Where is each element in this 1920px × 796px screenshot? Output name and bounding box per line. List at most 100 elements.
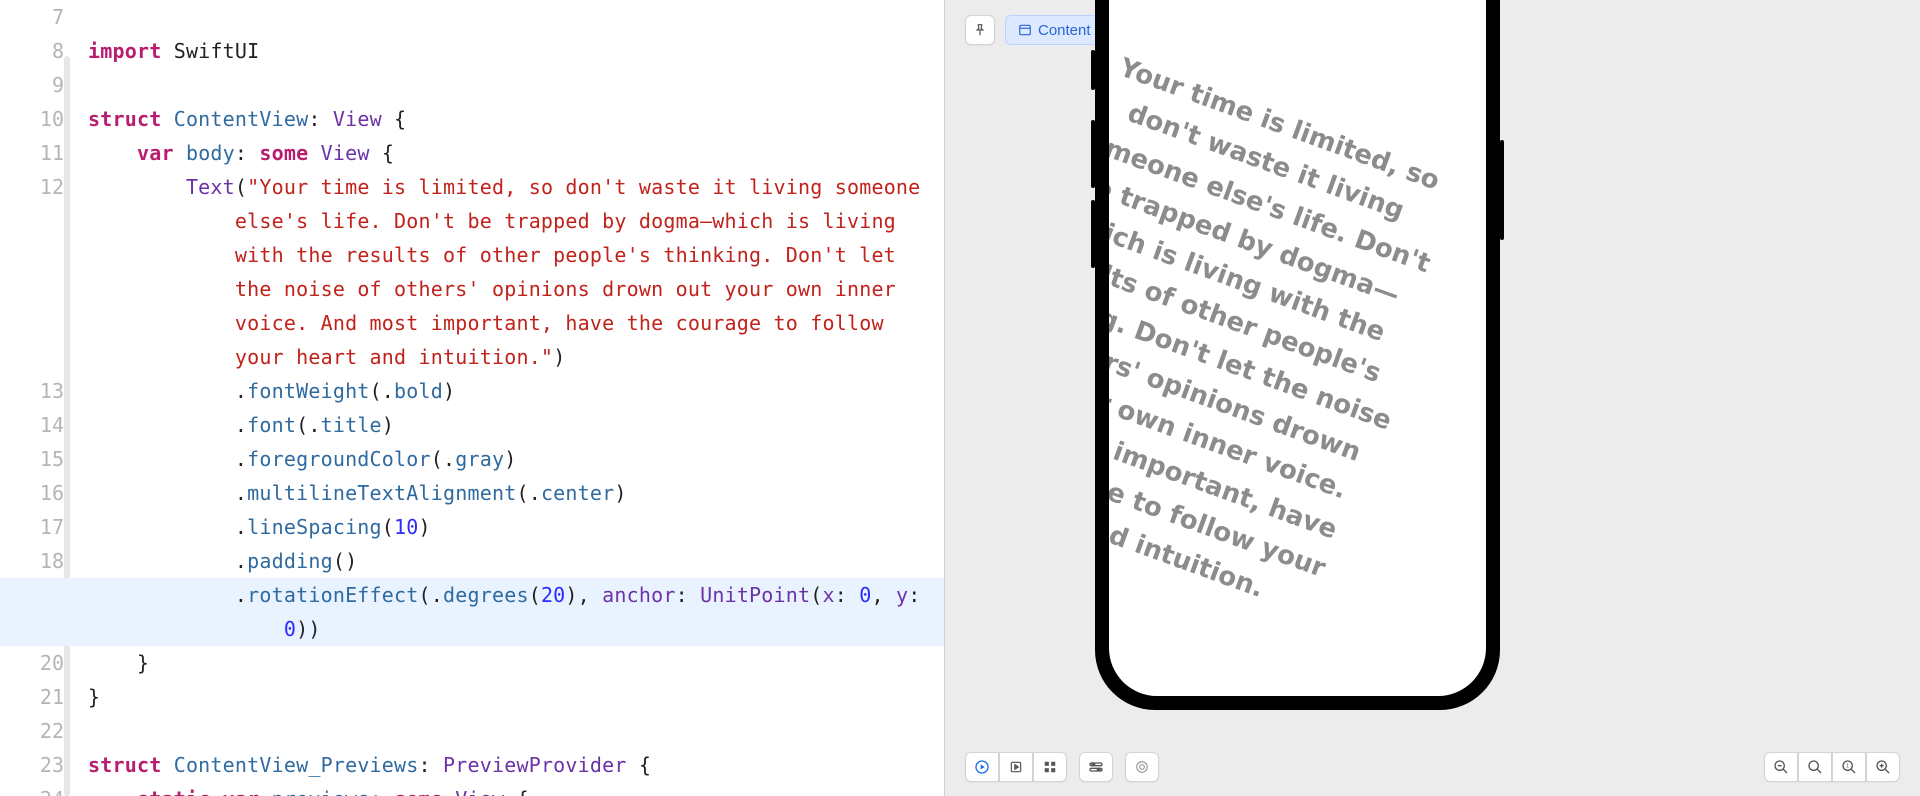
code-area[interactable]: import SwiftUI struct ContentView: View {… xyxy=(88,0,944,796)
xcode-window: 78910111213141516171819202122232425 impo… xyxy=(0,0,1920,796)
token-plain xyxy=(174,141,186,165)
token-plain: : xyxy=(908,583,920,607)
preview-issues-button[interactable] xyxy=(1125,752,1159,782)
selectable-icon xyxy=(1009,760,1023,774)
variants-preview-button[interactable] xyxy=(1033,752,1067,782)
token-plain xyxy=(259,787,271,796)
token-member: center xyxy=(541,481,614,505)
live-preview-button[interactable] xyxy=(965,752,999,782)
token-kw: var xyxy=(223,787,260,796)
code-line[interactable]: else's life. Don't be trapped by dogma—w… xyxy=(88,204,944,238)
code-line[interactable]: 0)) xyxy=(0,612,944,646)
code-line[interactable]: } xyxy=(88,680,944,714)
token-plain: } xyxy=(88,651,149,675)
token-plain: ) xyxy=(504,447,516,471)
token-plain xyxy=(161,753,173,777)
zoom-in-button[interactable] xyxy=(1866,752,1900,782)
token-kw: import xyxy=(88,39,161,63)
code-line[interactable]: your heart and intuition.") xyxy=(88,340,944,374)
device-screen[interactable]: Your time is limited, so don't waste it … xyxy=(1109,0,1486,696)
line-number: 23 xyxy=(0,748,64,782)
line-number: 12 xyxy=(0,170,64,204)
device-button-power xyxy=(1500,140,1504,240)
pin-preview-button[interactable] xyxy=(965,15,995,45)
token-plain xyxy=(210,787,222,796)
token-plain xyxy=(88,345,235,369)
token-plain: . xyxy=(88,549,247,573)
token-type: View xyxy=(455,787,504,796)
token-str: the noise of others' opinions drown out … xyxy=(235,277,896,301)
device-settings-button[interactable] xyxy=(1079,752,1113,782)
token-plain: ), xyxy=(565,583,602,607)
code-line[interactable]: var body: some View { xyxy=(88,136,944,170)
token-param: anchor xyxy=(602,583,675,607)
line-number: 8 xyxy=(0,34,64,68)
token-plain: . xyxy=(88,413,247,437)
zoom-100-icon: 1 xyxy=(1841,759,1857,775)
device-settings-group xyxy=(1079,752,1113,782)
code-line[interactable]: .rotationEffect(.degrees(20), anchor: Un… xyxy=(0,578,944,612)
line-number xyxy=(0,340,64,374)
svg-text:1: 1 xyxy=(1846,764,1849,770)
token-plain: ( xyxy=(810,583,822,607)
token-plain xyxy=(88,175,186,199)
line-number: 18 xyxy=(0,544,64,578)
code-editor[interactable]: 78910111213141516171819202122232425 impo… xyxy=(0,0,944,796)
code-line[interactable]: .foregroundColor(.gray) xyxy=(88,442,944,476)
code-line[interactable] xyxy=(88,68,944,102)
code-line[interactable] xyxy=(88,714,944,748)
code-line[interactable]: struct ContentView: View { xyxy=(88,102,944,136)
token-num: 20 xyxy=(541,583,565,607)
token-plain: ) xyxy=(419,515,431,539)
token-kw: struct xyxy=(88,107,161,131)
token-plain: . xyxy=(88,481,247,505)
line-number xyxy=(0,272,64,306)
line-number: 24 xyxy=(0,782,64,796)
device-button-silence xyxy=(1091,50,1095,90)
line-number xyxy=(0,238,64,272)
code-line[interactable]: .fontWeight(.bold) xyxy=(88,374,944,408)
code-line[interactable]: voice. And most important, have the cour… xyxy=(88,306,944,340)
device-frame: Your time is limited, so don't waste it … xyxy=(1095,0,1500,710)
code-line[interactable]: Text("Your time is limited, so don't was… xyxy=(88,170,944,204)
token-num: 0 xyxy=(284,617,296,641)
token-plain: : xyxy=(419,753,443,777)
code-line[interactable]: } xyxy=(88,646,944,680)
token-plain: (. xyxy=(296,413,320,437)
token-member: font xyxy=(247,413,296,437)
code-line[interactable]: static var previews: some View { xyxy=(88,782,944,796)
token-str: "Your time is limited, so don't waste it… xyxy=(247,175,920,199)
token-kw: static xyxy=(137,787,210,796)
code-line[interactable]: .padding() xyxy=(88,544,944,578)
token-plain: ) xyxy=(614,481,626,505)
code-line[interactable]: .lineSpacing(10) xyxy=(88,510,944,544)
token-member: degrees xyxy=(443,583,529,607)
line-number: 15 xyxy=(0,442,64,476)
canvas-controls-group xyxy=(965,752,1067,782)
line-number: 22 xyxy=(0,714,64,748)
preview-chip-icon xyxy=(1018,23,1032,37)
preview-issues-group xyxy=(1125,752,1159,782)
token-type: Text xyxy=(186,175,235,199)
token-plain: ) xyxy=(382,413,394,437)
code-line[interactable]: .multilineTextAlignment(.center) xyxy=(88,476,944,510)
selectable-preview-button[interactable] xyxy=(999,752,1033,782)
code-line[interactable]: import SwiftUI xyxy=(88,34,944,68)
code-line[interactable]: the noise of others' opinions drown out … xyxy=(88,272,944,306)
token-plain: ( xyxy=(235,175,247,199)
line-gutter: 78910111213141516171819202122232425 xyxy=(0,0,78,796)
token-plain: )) xyxy=(296,617,320,641)
token-plain: () xyxy=(333,549,357,573)
token-plain: . xyxy=(88,515,247,539)
zoom-out-button[interactable] xyxy=(1764,752,1798,782)
token-member: padding xyxy=(247,549,333,573)
zoom-fit-button[interactable] xyxy=(1798,752,1832,782)
zoom-actual-button[interactable]: 1 xyxy=(1832,752,1866,782)
code-line[interactable]: with the results of other people's think… xyxy=(88,238,944,272)
variants-icon xyxy=(1043,760,1057,774)
code-line[interactable]: struct ContentView_Previews: PreviewProv… xyxy=(88,748,944,782)
token-plain: { xyxy=(370,141,394,165)
code-line[interactable] xyxy=(88,0,944,34)
token-kw: some xyxy=(394,787,443,796)
code-line[interactable]: .font(.title) xyxy=(88,408,944,442)
